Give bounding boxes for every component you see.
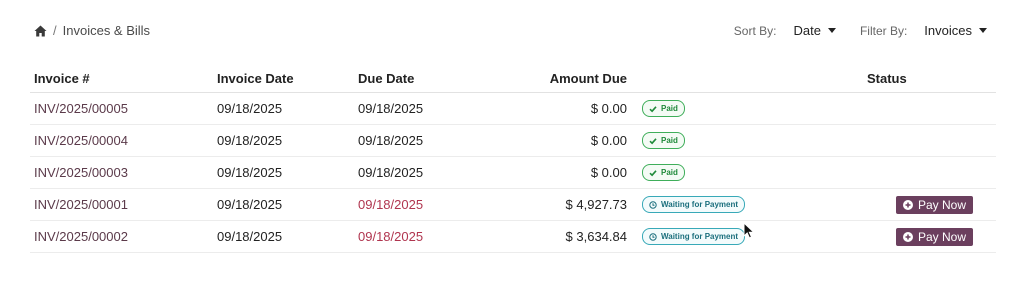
header-invoice-number[interactable]: Invoice # <box>34 64 90 92</box>
home-icon[interactable] <box>34 25 47 37</box>
plus-circle-icon <box>903 231 913 242</box>
invoice-date: 09/18/2025 <box>217 133 283 148</box>
breadcrumb-separator: / <box>53 23 57 38</box>
table-body: INV/2025/00005 09/18/2025 09/18/2025 $ 0.00… <box>30 93 996 253</box>
invoices-table: Invoice # Invoice Date Due Date Amount D… <box>30 64 996 253</box>
amount-due: $ 0.00 <box>590 101 627 116</box>
invoice-number[interactable]: INV/2025/00005 <box>34 93 128 124</box>
pay-now-button[interactable]: Pay Now <box>896 195 974 214</box>
amount-due: $ 4,927.73 <box>565 197 627 212</box>
action-cell: Pay Now <box>896 221 974 252</box>
payment-state-label: Paid <box>661 168 678 177</box>
due-date: 09/18/2025 <box>358 133 424 148</box>
invoices-page: / Invoices & Bills Sort By: Date Filter … <box>0 0 1024 296</box>
pay-now-label: Pay Now <box>918 229 967 244</box>
pay-now-button[interactable]: Pay Now <box>896 227 974 246</box>
amount-due: $ 0.00 <box>590 133 627 148</box>
invoice-number[interactable]: INV/2025/00001 <box>34 189 128 220</box>
list-controls: Sort By: Date Filter By: Invoices <box>734 23 987 38</box>
table-row[interactable]: INV/2025/00003 09/18/2025 09/18/2025 $ 0.00… <box>30 157 996 189</box>
sort-dropdown[interactable]: Date <box>793 23 836 38</box>
check-icon <box>649 105 657 112</box>
payment-state-cell: Paid <box>642 93 685 124</box>
header-invoice-date[interactable]: Invoice Date <box>217 64 294 92</box>
table-row[interactable]: INV/2025/00004 09/18/2025 09/18/2025 $ 0.00… <box>30 125 996 157</box>
invoice-date: 09/18/2025 <box>217 165 283 180</box>
invoice-date: 09/18/2025 <box>217 229 283 244</box>
invoice-number[interactable]: INV/2025/00004 <box>34 125 128 156</box>
payment-state-badge: Paid <box>642 100 685 117</box>
amount-due: $ 3,634.84 <box>565 229 627 244</box>
payment-state-cell: Waiting for Payment <box>642 221 746 252</box>
payment-state-badge: Paid <box>642 132 685 149</box>
breadcrumb: / Invoices & Bills <box>34 23 150 38</box>
clock-icon <box>649 200 657 209</box>
mouse-cursor-icon <box>743 222 755 239</box>
table-row[interactable]: INV/2025/00001 09/18/2025 09/18/2025 $ 4,92… <box>30 189 996 221</box>
pay-now-label: Pay Now <box>918 197 967 212</box>
table-row[interactable]: INV/2025/00005 09/18/2025 09/18/2025 $ 0.00… <box>30 93 996 125</box>
payment-state-label: Waiting for Payment <box>661 232 739 241</box>
header-amount-due[interactable]: Amount Due <box>550 64 627 92</box>
payment-state-cell: Paid <box>642 125 685 156</box>
caret-down-icon <box>827 28 836 33</box>
sort-label: Sort By: <box>733 23 777 38</box>
invoice-date: 09/18/2025 <box>217 197 283 212</box>
caret-down-icon <box>979 28 987 33</box>
table-header-row: Invoice # Invoice Date Due Date Amount D… <box>30 64 996 93</box>
table-row[interactable]: INV/2025/00002 09/18/2025 09/18/2025 $ 3,63… <box>30 221 996 253</box>
check-icon <box>649 169 657 176</box>
payment-state-cell: Waiting for Payment <box>642 189 746 220</box>
header-status[interactable]: Status <box>867 64 907 92</box>
due-date: 09/18/2025 <box>358 229 424 244</box>
invoice-number[interactable]: INV/2025/00003 <box>34 157 128 188</box>
header-due-date[interactable]: Due Date <box>358 64 414 92</box>
action-cell: Pay Now <box>896 189 974 220</box>
amount-due: $ 0.00 <box>590 165 627 180</box>
filter-dropdown[interactable]: Invoices <box>924 23 987 38</box>
due-date: 09/18/2025 <box>358 165 424 180</box>
check-icon <box>649 137 657 144</box>
filter-value: Invoices <box>924 23 972 38</box>
sort-value: Date <box>793 23 821 38</box>
filter-label: Filter By: <box>859 23 908 38</box>
payment-state-badge: Waiting for Payment <box>642 228 746 245</box>
payment-state-label: Paid <box>661 104 678 113</box>
invoice-number[interactable]: INV/2025/00002 <box>34 221 128 252</box>
payment-state-label: Waiting for Payment <box>661 200 739 209</box>
clock-icon <box>649 232 657 241</box>
plus-circle-icon <box>903 199 913 210</box>
payment-state-badge: Paid <box>642 164 685 181</box>
payment-state-cell: Paid <box>642 157 685 188</box>
payment-state-badge: Waiting for Payment <box>642 196 746 213</box>
due-date: 09/18/2025 <box>358 101 424 116</box>
due-date: 09/18/2025 <box>358 197 424 212</box>
invoice-date: 09/18/2025 <box>217 101 283 116</box>
breadcrumb-current: Invoices & Bills <box>62 23 151 38</box>
payment-state-label: Paid <box>661 136 678 145</box>
